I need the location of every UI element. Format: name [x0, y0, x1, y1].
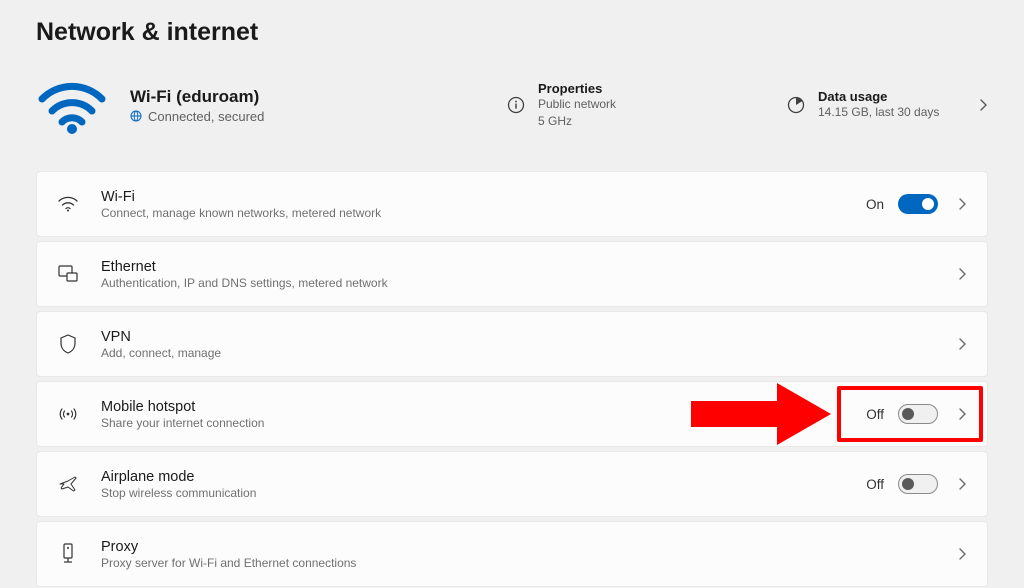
airplane-row-sub: Stop wireless communication	[101, 486, 866, 500]
ethernet-row-title: Ethernet	[101, 259, 952, 275]
vpn-row[interactable]: VPN Add, connect, manage	[36, 311, 988, 377]
wifi-row-sub: Connect, manage known networks, metered …	[101, 206, 866, 220]
settings-list: Wi-Fi Connect, manage known networks, me…	[36, 171, 988, 587]
network-status-row: Wi-Fi (eduroam) Connected, secured	[36, 75, 988, 135]
wifi-signal-icon	[36, 75, 108, 135]
properties-line1: Public network	[538, 97, 616, 113]
chevron-right-icon	[958, 477, 967, 491]
proxy-row-title: Proxy	[101, 539, 952, 555]
globe-icon	[130, 110, 142, 122]
ethernet-row[interactable]: Ethernet Authentication, IP and DNS sett…	[36, 241, 988, 307]
properties-card[interactable]: Properties Public network 5 GHz	[506, 81, 756, 129]
proxy-icon	[57, 543, 79, 565]
ethernet-row-sub: Authentication, IP and DNS settings, met…	[101, 276, 952, 290]
data-usage-sub: 14.15 GB, last 30 days	[818, 105, 954, 121]
wifi-name: Wi-Fi (eduroam)	[130, 87, 264, 107]
wifi-row-title: Wi-Fi	[101, 189, 866, 205]
info-icon	[506, 95, 526, 115]
hotspot-toggle-label: Off	[866, 407, 884, 422]
page-title: Network & internet	[36, 18, 988, 47]
hotspot-toggle[interactable]	[898, 404, 938, 424]
hotspot-row[interactable]: Mobile hotspot Share your internet conne…	[36, 381, 988, 447]
wifi-row[interactable]: Wi-Fi Connect, manage known networks, me…	[36, 171, 988, 237]
chevron-right-icon	[958, 407, 967, 421]
chevron-right-icon	[966, 98, 988, 112]
airplane-row-title: Airplane mode	[101, 469, 866, 485]
proxy-row[interactable]: Proxy Proxy server for Wi-Fi and Etherne…	[36, 521, 988, 587]
chevron-right-icon	[958, 197, 967, 211]
hotspot-row-title: Mobile hotspot	[101, 399, 866, 415]
hotspot-icon	[57, 405, 79, 423]
data-usage-icon	[786, 95, 806, 115]
airplane-toggle[interactable]	[898, 474, 938, 494]
data-usage-title: Data usage	[818, 89, 954, 104]
proxy-row-sub: Proxy server for Wi-Fi and Ethernet conn…	[101, 556, 952, 570]
chevron-right-icon	[958, 267, 967, 281]
properties-title: Properties	[538, 81, 616, 96]
current-wifi-block: Wi-Fi (eduroam) Connected, secured	[36, 75, 476, 135]
chevron-right-icon	[958, 547, 967, 561]
wifi-icon	[57, 196, 79, 212]
vpn-row-sub: Add, connect, manage	[101, 346, 952, 360]
airplane-row[interactable]: Airplane mode Stop wireless communicatio…	[36, 451, 988, 517]
vpn-row-title: VPN	[101, 329, 952, 345]
airplane-toggle-label: Off	[866, 477, 884, 492]
hotspot-row-sub: Share your internet connection	[101, 416, 866, 430]
shield-icon	[57, 334, 79, 354]
wifi-connection-status: Connected, secured	[130, 109, 264, 124]
wifi-toggle-label: On	[866, 197, 884, 212]
wifi-toggle[interactable]	[898, 194, 938, 214]
data-usage-card[interactable]: Data usage 14.15 GB, last 30 days	[786, 89, 988, 121]
properties-line2: 5 GHz	[538, 114, 616, 130]
chevron-right-icon	[958, 337, 967, 351]
ethernet-icon	[57, 265, 79, 283]
airplane-icon	[57, 475, 79, 493]
